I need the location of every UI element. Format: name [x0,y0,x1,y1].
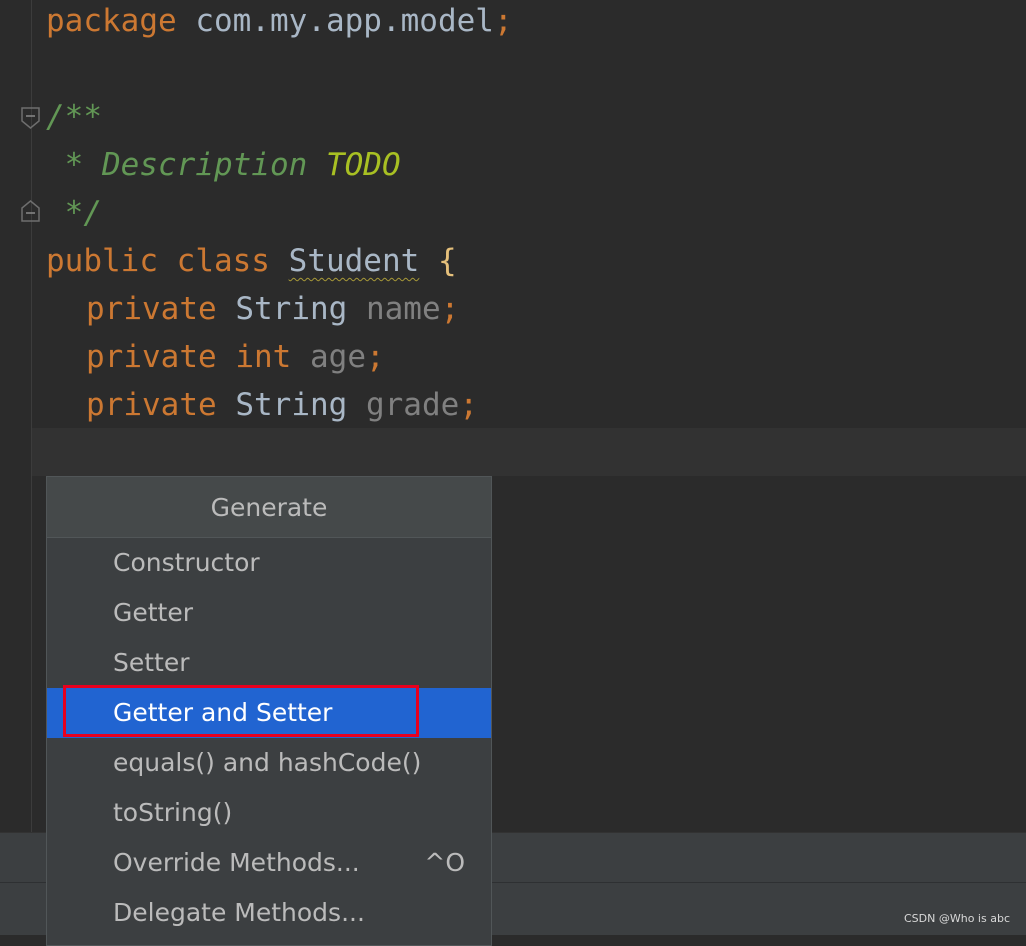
field-type: int [235,339,292,375]
menu-item-getter-and-setter[interactable]: Getter and Setter [47,685,491,738]
class-keyword: class [176,243,270,279]
semicolon: ; [493,3,513,39]
fold-collapse-icon[interactable] [21,107,40,129]
menu-item-getter[interactable]: Getter [47,588,491,638]
field-type: String [235,291,348,327]
shortcut-label: ^O [424,848,465,877]
field-modifier: private [86,339,217,375]
semicolon: ; [459,387,478,423]
fold-end-icon[interactable] [21,200,40,222]
menu-item-tostring[interactable]: toString() [47,788,491,838]
package-name: com.my.app.model [176,3,494,39]
package-keyword: package [46,3,177,39]
doc-comment-end: */ [46,195,102,231]
comment-text: * Description [46,147,326,183]
field-line: private String grade; [86,381,478,429]
watermark: CSDN @Who is abc [904,912,1010,925]
field-modifier: private [86,387,217,423]
menu-item-label: Getter and Setter [113,698,333,727]
field-type: String [235,387,348,423]
semicolon: ; [366,339,385,375]
menu-item-delegate-methods[interactable]: Delegate Methods... [47,888,491,938]
field-name: grade [365,387,460,423]
todo-tag: TODO [325,147,401,183]
semicolon: ; [440,291,460,327]
doc-comment-start: /** [46,99,102,135]
class-declaration: public class Student { [46,237,457,285]
code-line-package: package com.my.app.model; [46,0,513,45]
class-name: Student [288,243,420,279]
field-name: age [310,339,366,375]
public-keyword: public [46,243,158,279]
menu-item-label: Override Methods... [113,848,360,877]
field-line: private int age; [86,333,385,381]
open-brace: { [437,243,457,279]
popup-title: Generate [47,477,491,538]
menu-item-constructor[interactable]: Constructor [47,538,491,588]
menu-item-override-methods[interactable]: Override Methods... ^O [47,838,491,888]
field-line: private String name; [86,285,459,333]
menu-item-setter[interactable]: Setter [47,638,491,688]
current-line-highlight [32,428,1026,476]
doc-comment-description: * Description TODO [46,141,401,189]
field-modifier: private [86,291,217,327]
field-name: name [365,291,441,327]
generate-popup[interactable]: Generate Constructor Getter Setter Gette… [46,476,492,946]
menu-item-equals-hashcode[interactable]: equals() and hashCode() [47,738,491,788]
